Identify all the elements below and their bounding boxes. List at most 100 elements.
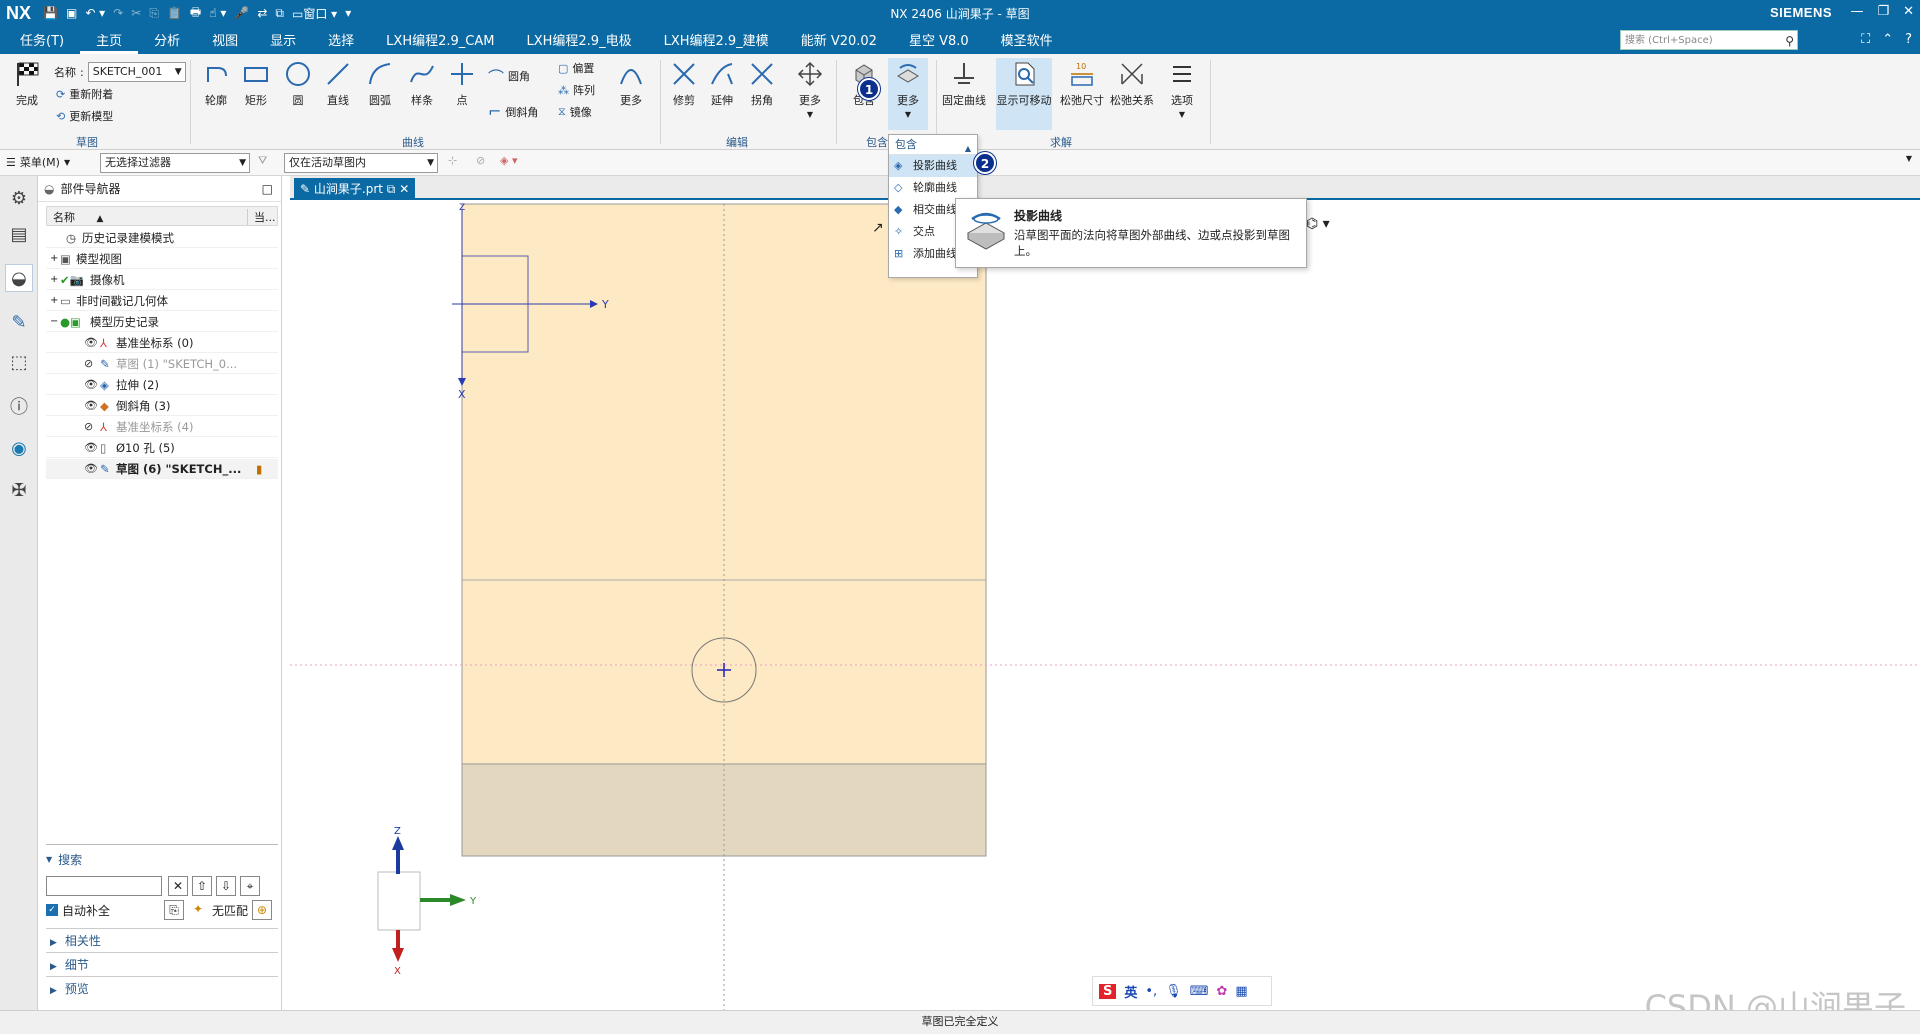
navigator-row[interactable]: − ●▣ 模型历史记录: [46, 312, 278, 332]
fix-curve-button[interactable]: 固定曲线: [942, 58, 986, 108]
maximize-panel-icon[interactable]: □: [262, 182, 273, 196]
expand-icon[interactable]: +: [50, 249, 58, 268]
options-button[interactable]: 选项 ▼: [1162, 58, 1202, 119]
navigator-row[interactable]: 👁 ◈ 拉伸 (2): [46, 375, 278, 395]
punctuation-icon[interactable]: •,: [1145, 984, 1157, 999]
section-header-2[interactable]: ▶ 预览: [46, 976, 278, 1000]
copy-icon[interactable]: ⎘: [149, 6, 159, 21]
curve-more-button[interactable]: 更多: [614, 58, 648, 108]
relax-relation-button[interactable]: 松弛关系: [1110, 58, 1154, 108]
reattach-button[interactable]: ⟳ 重新附着: [56, 86, 113, 102]
navigator-row[interactable]: 👁 ⅄ 基准坐标系 (0): [46, 333, 278, 353]
navigator-row[interactable]: ◷ 历史记录建模模式: [46, 228, 278, 248]
web-browser-icon[interactable]: ◉: [5, 434, 33, 462]
visible-eye-icon[interactable]: 👁: [84, 396, 98, 415]
skin-icon[interactable]: ✿: [1216, 984, 1227, 999]
menu-button[interactable]: ☰ 菜单(M) ▼: [6, 154, 70, 170]
paste-icon[interactable]: 📋: [167, 6, 182, 20]
sketch-name-dropdown[interactable]: SKETCH_001 ▼: [87, 62, 186, 82]
collapse-icon[interactable]: −: [50, 312, 58, 331]
part-navigator-icon[interactable]: ◒: [5, 264, 33, 292]
search-options-icon[interactable]: ⌖: [240, 876, 260, 896]
tab-11[interactable]: 模圣软件: [985, 30, 1069, 54]
tab-8[interactable]: LXH编程2.9_建模: [648, 30, 785, 54]
trim-button[interactable]: 修剪: [664, 58, 704, 108]
type-filter-dropdown[interactable]: 无选择过滤器 ▼: [100, 153, 250, 173]
cut-icon[interactable]: ✂: [131, 6, 141, 20]
tab-2[interactable]: 分析: [138, 30, 196, 54]
pattern-button[interactable]: ⁂ 阵列: [558, 82, 595, 98]
search-up-icon[interactable]: ⇧: [192, 876, 212, 896]
minimize-icon[interactable]: —: [1850, 4, 1863, 19]
pick-icon[interactable]: ↗: [872, 220, 884, 236]
tab-9[interactable]: 能新 V20.02: [785, 30, 893, 54]
redo-icon[interactable]: ↷: [113, 6, 123, 20]
rectangle-button[interactable]: 矩形: [236, 58, 276, 108]
filter-match-icon[interactable]: ✦: [188, 900, 208, 920]
offset-button[interactable]: ▢ 偏置: [558, 60, 594, 76]
include-more-button[interactable]: 更多 ▼: [888, 58, 928, 130]
tab-1[interactable]: 主页: [80, 30, 139, 54]
search-section-header[interactable]: ▼ 搜索: [46, 851, 278, 868]
tab-5[interactable]: 选择: [312, 30, 370, 54]
fillet-button[interactable]: ⌒ 圆角: [488, 64, 530, 88]
window-menu[interactable]: ▭窗口 ▾: [292, 5, 337, 22]
fullscreen-icon[interactable]: ⛶: [1861, 32, 1870, 47]
relax-dimension-button[interactable]: 10 松弛尺寸: [1060, 58, 1104, 108]
print-icon[interactable]: 🖶: [190, 3, 201, 24]
microphone-icon[interactable]: 🎤: [234, 6, 249, 20]
deselect-all-icon[interactable]: ⊘: [476, 154, 485, 167]
voice-input-icon[interactable]: 🎙: [1165, 984, 1182, 999]
circle-button[interactable]: 圆: [278, 58, 318, 108]
clear-search-icon[interactable]: ✕: [168, 876, 188, 896]
tab-3[interactable]: 视图: [196, 30, 254, 54]
hidden-eye-icon[interactable]: ⊘: [84, 417, 93, 436]
toolbar-overflow-icon[interactable]: ▼: [1906, 154, 1912, 163]
close-icon[interactable]: ✕: [1903, 4, 1914, 19]
profile-button[interactable]: 轮廓: [196, 58, 236, 108]
visible-eye-icon[interactable]: 👁: [84, 438, 98, 457]
toolbox-icon[interactable]: ▦: [1235, 984, 1247, 999]
roles-tools-icon[interactable]: ✠: [5, 476, 33, 504]
dropdown-item-1[interactable]: ◇ 轮廓曲线: [889, 177, 977, 199]
navigator-row[interactable]: + ✔📷 摄像机: [46, 270, 278, 290]
help-icon[interactable]: ?: [1905, 32, 1912, 47]
visible-eye-icon[interactable]: 👁: [84, 375, 98, 394]
visible-eye-icon[interactable]: 👁: [84, 333, 98, 352]
command-finder-icon[interactable]: ⇄: [257, 6, 267, 20]
navigator-row[interactable]: + ▣ 模型视图: [46, 249, 278, 269]
close-tab-icon[interactable]: ✕: [399, 182, 409, 196]
undo-icon[interactable]: ↶ ▾: [85, 6, 105, 20]
navigator-row[interactable]: 👁 ✎ 草图 (6) "SKETCH_... ▮: [46, 459, 278, 479]
navigator-row[interactable]: + ▭ 非时间戳记几何体: [46, 291, 278, 311]
command-search-input[interactable]: 搜索 (Ctrl+Space) ⚲: [1620, 30, 1798, 50]
show-movable-button[interactable]: 显示可移动: [996, 58, 1052, 130]
navigator-row[interactable]: 👁 ▯ Ø10 孔 (5): [46, 438, 278, 458]
collapse-ribbon-icon[interactable]: ⌃: [1882, 32, 1893, 47]
save-icon[interactable]: 💾: [43, 6, 58, 20]
tab-4[interactable]: 显示: [254, 30, 312, 54]
ime-language[interactable]: 英: [1124, 982, 1137, 1001]
select-all-icon[interactable]: ⊹: [448, 154, 457, 167]
customize-arrow-icon[interactable]: ▾: [345, 6, 351, 20]
keyboard-icon[interactable]: ⌨: [1190, 984, 1209, 999]
restore-icon[interactable]: ❐: [1877, 4, 1889, 19]
reuse-library-icon[interactable]: ⬚: [5, 348, 33, 376]
spline-button[interactable]: 样条: [402, 58, 442, 108]
graphics-canvas[interactable]: Y X Z Z Y X: [290, 200, 1920, 1010]
selection-scope-dropdown[interactable]: 仅在活动草图内 ▼: [284, 153, 438, 173]
copy-results-icon[interactable]: ⎘: [164, 900, 184, 920]
point-button[interactable]: 点: [442, 58, 482, 108]
tab-0[interactable]: 任务(T): [4, 30, 80, 54]
locate-icon[interactable]: ⊕: [252, 900, 272, 920]
touch-mode-icon[interactable]: ☝ ▾: [209, 6, 226, 20]
section-header-1[interactable]: ▶ 细节: [46, 952, 278, 976]
hidden-eye-icon[interactable]: ⊘: [84, 354, 93, 373]
col-name[interactable]: 名称 ▲: [53, 209, 103, 225]
assembly-navigator-icon[interactable]: ▤: [5, 220, 33, 248]
dropdown-item-0[interactable]: ◈ 投影曲线: [889, 155, 977, 177]
search-down-icon[interactable]: ⇩: [216, 876, 236, 896]
tab-7[interactable]: LXH编程2.9_电极: [510, 30, 647, 54]
col-current[interactable]: 当...: [247, 209, 276, 225]
chamfer-button[interactable]: ⌐ 倒斜角: [488, 102, 538, 121]
